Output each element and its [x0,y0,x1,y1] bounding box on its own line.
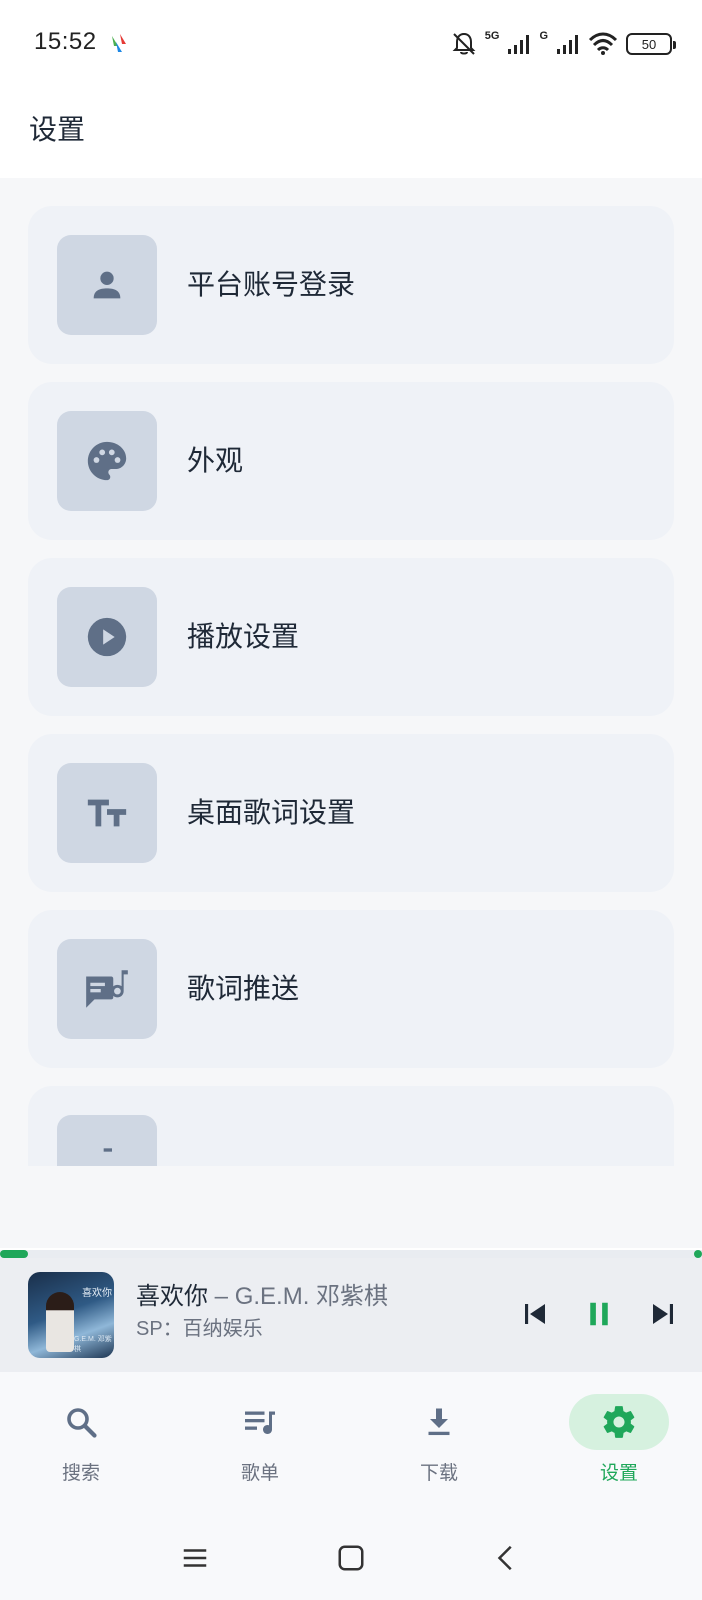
network-label-g: G [539,30,548,42]
mini-player[interactable]: 喜欢你 G.E.M. 邓紫棋 喜欢你 – G.E.M. 邓紫棋 SP：百纳娱乐 [0,1258,702,1372]
signal-icon-2 [557,35,578,54]
setting-account-login[interactable]: 平台账号登录 [28,206,674,364]
search-icon [67,1408,97,1438]
setting-label: 桌面歌词设置 [187,797,356,828]
nav-icon-container [569,1394,669,1450]
playback-progress-fill [0,1250,29,1258]
pause-button[interactable] [579,1294,619,1334]
setting-icon-tile [57,1115,157,1166]
setting-lyrics-push[interactable]: 歌词推送 [28,910,674,1068]
album-art-title: 喜欢你 [82,1288,112,1299]
bell-muted-icon [452,32,476,55]
system-navigation-bar [0,1516,702,1600]
nav-icon-container [210,1394,310,1450]
setting-appearance[interactable]: 外观 [28,382,674,540]
page-header: 设置 [0,90,702,178]
nav-label: 设置 [599,1463,638,1484]
settings-list[interactable]: 平台账号登录 外观 播放设置 桌面歌词设置 歌词推送 [28,206,674,1166]
playback-progress-bar[interactable] [0,1250,702,1258]
lyrics-icon [86,970,128,1008]
setting-more-partial[interactable] [28,1086,674,1166]
text-size-icon [87,799,127,827]
status-bar: 15:52 5G G 50 [0,0,702,90]
battery-level: 50 [641,36,657,52]
person-icon [93,271,121,299]
system-menu-button[interactable] [173,1536,217,1580]
network-label-5g: 5G [484,30,500,42]
setting-label: 外观 [187,445,244,476]
system-back-button[interactable] [485,1536,529,1580]
pause-icon [590,1302,608,1326]
song-title: 喜欢你 [136,1283,208,1310]
setting-label: 平台账号登录 [187,269,356,300]
nav-icon-container [389,1394,489,1450]
setting-label: 播放设置 [187,621,300,652]
status-time: 15:52 [34,28,97,55]
nav-icon-container [31,1394,131,1450]
song-line[interactable]: 喜欢你 – G.E.M. 邓紫棋 [136,1276,388,1311]
nav-tab-download[interactable]: 下载 [379,1394,499,1494]
palette-icon [87,441,127,481]
song-artist: G.E.M. 邓紫棋 [234,1283,389,1310]
system-home-button[interactable] [329,1536,373,1580]
skip-next-icon [653,1304,673,1324]
back-chevron-icon [497,1545,512,1571]
signal-icon [508,35,530,54]
setting-desktop-lyrics[interactable]: 桌面歌词设置 [28,734,674,892]
nav-tab-search[interactable]: 搜索 [21,1394,141,1494]
next-button[interactable] [643,1294,683,1334]
skip-previous-icon [525,1304,545,1324]
setting-icon-tile [57,763,157,863]
nav-tab-playlist[interactable]: 歌单 [200,1394,320,1494]
partial-icon [103,1148,112,1152]
setting-label: 歌词推送 [187,973,300,1004]
page-title: 设置 [29,114,86,145]
playlist-icon [245,1411,275,1434]
nav-label: 歌单 [240,1463,279,1484]
setting-icon-tile [57,235,157,335]
app-notification-icon [112,34,126,52]
menu-icon [183,1549,207,1567]
song-separator: – [208,1283,235,1310]
setting-icon-tile [57,411,157,511]
setting-icon-tile [57,939,157,1039]
download-icon [428,1408,450,1436]
wifi-icon [588,32,618,55]
nav-label: 搜索 [61,1463,100,1484]
gear-icon [603,1406,635,1438]
progress-end-dot [694,1250,702,1258]
album-art-subtitle: G.E.M. 邓紫棋 [74,1336,112,1353]
album-art[interactable]: 喜欢你 G.E.M. 邓紫棋 [28,1272,114,1358]
nav-label: 下载 [419,1463,458,1484]
play-circle-icon [87,617,127,657]
settings-content: 平台账号登录 外观 播放设置 桌面歌词设置 歌词推送 [0,178,702,1248]
song-source: SP：百纳娱乐 [136,1318,263,1340]
status-icons: 5G G 50 [451,28,676,60]
home-square-icon [338,1545,364,1571]
album-art-figure [46,1292,74,1352]
battery-indicator: 50 [626,33,676,55]
nav-tab-settings[interactable]: 设置 [559,1394,679,1494]
previous-button[interactable] [515,1294,555,1334]
setting-icon-tile [57,587,157,687]
bottom-navigation: 搜索 歌单 下载 设置 [0,1372,702,1516]
setting-playback[interactable]: 播放设置 [28,558,674,716]
